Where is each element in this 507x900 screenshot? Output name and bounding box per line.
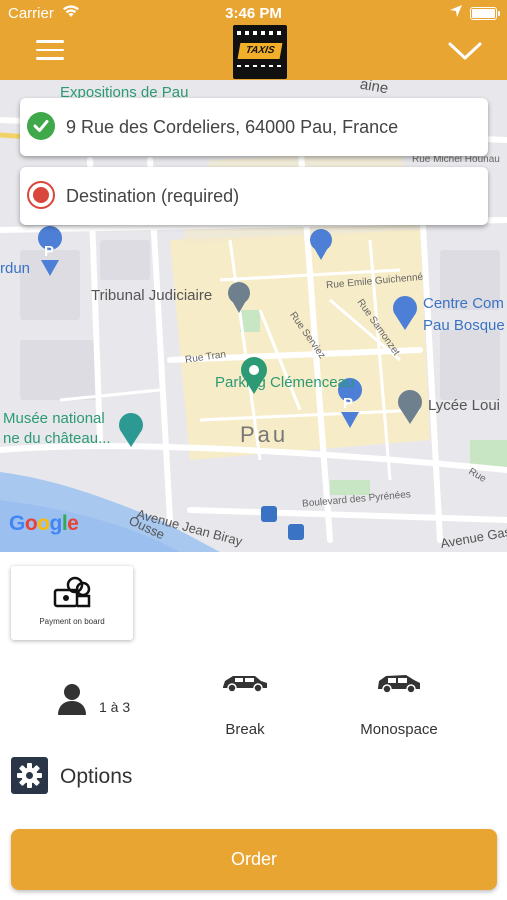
map-label: Musée national xyxy=(3,410,105,427)
pickup-address-text: 9 Rue des Cordeliers, 64000 Pau, France xyxy=(66,117,399,137)
payment-on-board-card[interactable]: Payment on board xyxy=(11,566,133,640)
menu-button[interactable] xyxy=(36,40,64,64)
google-logo: Google xyxy=(9,512,79,535)
cash-on-board-icon xyxy=(53,576,91,608)
status-time: 3:46 PM xyxy=(225,5,282,22)
map-label-town: Pau xyxy=(240,422,289,447)
passenger-count: 1 à 3 xyxy=(99,699,131,715)
map-label: rdun xyxy=(0,260,31,277)
vehicle-option-break[interactable]: Break xyxy=(190,673,300,743)
status-bar: Carrier 3:46 PM xyxy=(0,0,507,28)
destination-field[interactable]: Destination (required) xyxy=(20,167,488,225)
order-button[interactable]: Order xyxy=(11,829,497,890)
map-label: Parking Clémenceau xyxy=(215,374,355,391)
vehicle-label: Break xyxy=(225,721,265,738)
map-label: ne du château... xyxy=(3,430,111,447)
svg-text:P: P xyxy=(44,243,54,260)
vehicle-option-monospace[interactable]: Monospace xyxy=(344,673,454,743)
destination-marker-icon xyxy=(27,181,55,209)
logo-text: TAXIS PAU xyxy=(237,43,283,72)
svg-text:P: P xyxy=(343,395,353,412)
vehicle-label: Monospace xyxy=(360,721,438,738)
pickup-address-field[interactable]: 9 Rue des Cordeliers, 64000 Pau, France xyxy=(20,98,488,156)
options-button[interactable]: Options xyxy=(11,757,211,795)
map-label: Centre Com xyxy=(423,295,504,312)
map-label: Lycée Loui xyxy=(428,397,500,414)
map-label: Pau Bosque xyxy=(423,317,505,334)
person-icon xyxy=(58,684,86,715)
app-header: Carrier 3:46 PM TAXIS PAU xyxy=(0,0,507,80)
map-label: Tribunal Judiciaire xyxy=(91,287,213,304)
pickup-check-icon xyxy=(27,112,55,140)
location-arrow-icon xyxy=(450,5,462,17)
gear-icon xyxy=(11,757,48,794)
chevron-down-icon[interactable] xyxy=(447,38,483,64)
map-view[interactable]: P P Expositions de Pau aine Rue Michel H… xyxy=(0,80,507,552)
car-icon xyxy=(378,675,420,694)
battery-icon xyxy=(470,7,500,20)
options-label: Options xyxy=(60,765,133,788)
payment-label: Payment on board xyxy=(39,617,105,626)
car-icon xyxy=(223,676,267,693)
app-logo: TAXIS PAU xyxy=(233,25,287,79)
destination-placeholder: Destination (required) xyxy=(66,186,240,206)
